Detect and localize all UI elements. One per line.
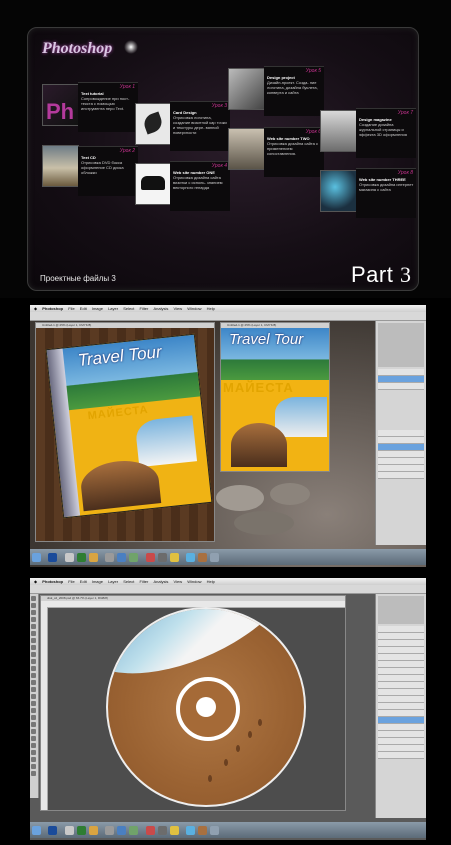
ph-mark: Ph xyxy=(46,99,75,124)
app-menu[interactable]: Photoshop xyxy=(42,579,63,584)
pebble xyxy=(216,485,264,511)
ruler-vertical xyxy=(41,607,48,810)
options-bar[interactable] xyxy=(30,585,426,594)
menu-select[interactable]: Select xyxy=(123,306,134,311)
lesson-number: Урок 8 xyxy=(397,170,413,176)
magazine-photo xyxy=(275,397,327,437)
menu-view[interactable]: View xyxy=(174,579,183,584)
document-window-right[interactable]: Untitled-1 @ 25% (Layer 1, CMYK/8) Trave… xyxy=(220,322,330,472)
lesson-text: Web site number TWO Отрисовка дизайна сай… xyxy=(267,136,318,156)
finder-icon[interactable] xyxy=(32,826,41,835)
menu-layer[interactable]: Layer xyxy=(108,306,118,311)
lesson-item-4[interactable]: Урок 4 Web site number ONE Отрисовка диза… xyxy=(170,161,230,211)
lesson-text: Text CD Отрисовка DVD бокса оформление CD… xyxy=(81,155,124,175)
lesson-number: Урок 2 xyxy=(119,148,135,154)
menu-edit[interactable]: Edit xyxy=(80,579,87,584)
menu-image[interactable]: Image xyxy=(92,306,103,311)
lesson-thumb-5[interactable] xyxy=(228,68,265,110)
lesson-thumb-2[interactable] xyxy=(42,145,79,187)
lesson-item-7[interactable]: Урок 7 Design magazine Создание дизайна ж… xyxy=(356,108,416,158)
part-label: Part 3 xyxy=(351,262,412,287)
course-menu-panel: Photoshop Ph Урок 1 Text tutorial Сопрово… xyxy=(0,0,451,298)
lesson-number: Урок 1 xyxy=(119,84,135,90)
menu-filter[interactable]: Filter xyxy=(139,579,148,584)
magazine-subtitle: МАЙЕСТА xyxy=(223,380,294,395)
lesson-text: Design magazine Создание дизайна журнальн… xyxy=(359,117,407,137)
magazine-title: Travel Tour xyxy=(229,331,304,348)
lesson-item-2[interactable]: Урок 2 Text CD Отрисовка DVD бокса оформл… xyxy=(78,146,138,196)
menu-bar: ◆ Photoshop File Edit Image Layer Select… xyxy=(30,305,426,312)
layers-panel[interactable] xyxy=(375,321,426,545)
lesson-text: Web site number ONE Отрисовка дизайна сай… xyxy=(173,170,223,190)
document-window[interactable]: disk_cd_2008.psd @ 66.7% (Layer 1, RGB/8… xyxy=(40,595,346,811)
photoshop-icon[interactable] xyxy=(48,826,58,835)
menu-file[interactable]: File xyxy=(68,306,74,311)
magazine-photo xyxy=(134,415,198,468)
lesson-thumb-3[interactable] xyxy=(135,103,172,145)
lesson-thumb-1[interactable]: Ph xyxy=(42,84,79,126)
desktop: ◆ Photoshop File Edit Image Layer Select… xyxy=(30,578,426,840)
apple-icon[interactable]: ◆ xyxy=(34,306,37,311)
menu-analysis[interactable]: Analysis xyxy=(153,579,168,584)
pebble xyxy=(234,511,294,535)
lesson-thumb-8[interactable] xyxy=(320,170,357,212)
menu-layer[interactable]: Layer xyxy=(108,579,118,584)
photoshop-icon[interactable] xyxy=(48,553,58,562)
cd-ring xyxy=(176,677,240,741)
feather-icon xyxy=(141,111,165,135)
app-menu[interactable]: Photoshop xyxy=(42,306,63,311)
menu-help[interactable]: Help xyxy=(207,579,215,584)
lesson-item-5[interactable]: Урок 5 Design project Дизайн-проект. Созд… xyxy=(264,66,324,116)
apple-icon[interactable]: ◆ xyxy=(34,579,37,584)
menu-help[interactable]: Help xyxy=(207,306,215,311)
finder-icon[interactable] xyxy=(32,553,41,562)
tools-panel[interactable] xyxy=(30,594,39,798)
menu-bar: ◆ Photoshop File Edit Image Layer Select… xyxy=(30,578,426,585)
lesson-text: Text tutorial Сопровождение при пост- тек… xyxy=(81,91,130,111)
lesson-number: Урок 5 xyxy=(305,68,321,74)
document-window-left[interactable]: Untitled-1 @ 25% (Layer 1, CMYK/8) Trave… xyxy=(35,322,215,542)
menu-window[interactable]: Window xyxy=(187,579,201,584)
dock[interactable] xyxy=(30,822,426,838)
lesson-text: Card Design Отрисовка логотипа, создание … xyxy=(173,110,227,135)
cheetah-icon xyxy=(141,176,165,190)
photoshop-logo: Photoshop xyxy=(42,40,113,57)
lesson-thumb-4[interactable] xyxy=(135,163,172,205)
photoshop-magazine-panel: ◆ Photoshop File Edit Image Layer Select… xyxy=(0,302,451,570)
magazine-mockup: Travel Tour МАЙЕСТА xyxy=(45,333,213,519)
lesson-item-8[interactable]: Урок 8 Web site number THREE Отрисовка ди… xyxy=(356,168,416,218)
lesson-text: Design project Дизайн-проект. Созда- ние … xyxy=(267,75,318,95)
lesson-item-3[interactable]: Урок 3 Card Design Отрисовка логотипа, со… xyxy=(170,101,230,151)
lesson-number: Урок 6 xyxy=(305,129,321,135)
flare-icon xyxy=(124,40,138,54)
menu-filter[interactable]: Filter xyxy=(139,306,148,311)
lesson-number: Урок 4 xyxy=(211,163,227,169)
lesson-number: Урок 7 xyxy=(397,110,413,116)
cd-disc xyxy=(106,607,306,807)
menu-edit[interactable]: Edit xyxy=(80,306,87,311)
lesson-item-6[interactable]: Урок 6 Web site number TWO Отрисовка диза… xyxy=(264,127,324,177)
photoshop-cd-panel: ◆ Photoshop File Edit Image Layer Select… xyxy=(0,575,451,845)
menu-file[interactable]: File xyxy=(68,579,74,584)
desktop: ◆ Photoshop File Edit Image Layer Select… xyxy=(30,305,426,567)
dock[interactable] xyxy=(30,549,426,565)
menu-select[interactable]: Select xyxy=(123,579,134,584)
lesson-item-1[interactable]: Урок 1 Text tutorial Сопровождение при по… xyxy=(78,82,138,132)
menu-window[interactable]: Window xyxy=(187,306,201,311)
magazine-crowd-photo xyxy=(231,423,287,467)
lesson-text: Web site number THREE Отрисовка дизайна и… xyxy=(359,177,414,192)
lesson-thumb-7[interactable] xyxy=(320,110,357,152)
menu-view[interactable]: View xyxy=(174,306,183,311)
menu-analysis[interactable]: Analysis xyxy=(153,306,168,311)
menu-image[interactable]: Image xyxy=(92,579,103,584)
lesson-thumb-6[interactable] xyxy=(228,128,265,170)
project-files-link[interactable]: Проектные файлы 3 xyxy=(40,274,116,283)
cd-hole xyxy=(196,697,216,717)
pebble xyxy=(270,483,310,505)
lesson-number: Урок 3 xyxy=(211,103,227,109)
layers-panel[interactable] xyxy=(375,594,426,818)
options-bar[interactable] xyxy=(30,312,426,321)
